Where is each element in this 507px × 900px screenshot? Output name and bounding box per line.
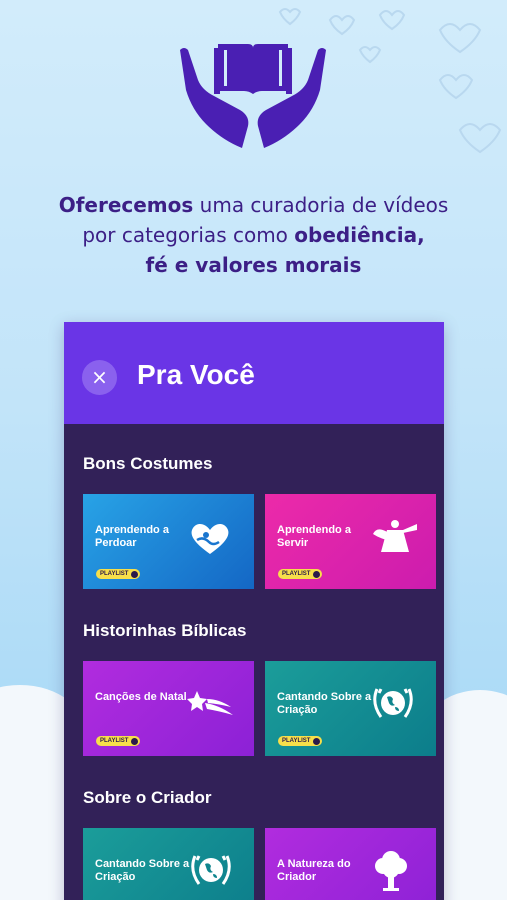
tree-icon <box>375 851 407 891</box>
card-cantando-sobre-a-criacao-2[interactable]: Cantando Sobre a Criação <box>83 828 254 900</box>
card-label: Canções de Natal <box>95 691 187 703</box>
close-icon: × <box>91 365 108 389</box>
card-cancoes-de-natal[interactable]: Canções de Natal PLAYLIST <box>83 661 254 756</box>
headline-text: Oferecemos uma curadoria de vídeos por c… <box>20 190 487 280</box>
playlist-badge: PLAYLIST <box>278 736 323 746</box>
angel-icon <box>373 520 417 552</box>
card-label: Cantando Sobre a Criação <box>95 858 190 883</box>
section-title-bons-costumes: Bons Costumes <box>83 454 213 473</box>
headline-bold-1: Oferecemos <box>58 193 194 217</box>
section-title-historinhas-biblicas: Historinhas Bíblicas <box>83 621 247 640</box>
shooting-star-icon <box>187 691 233 715</box>
card-a-natureza-do-criador[interactable]: A Natureza do Criador <box>265 828 436 900</box>
app-preview-panel: × Pra Você Bons Costumes Aprendendo a Pe… <box>64 322 444 900</box>
globe-hands-icon <box>191 855 231 885</box>
heart-hug-icon <box>191 524 229 554</box>
card-label: Aprendendo a Perdoar <box>95 524 169 549</box>
card-aprendendo-a-servir[interactable]: Aprendendo a Servir PLAYLIST <box>265 494 436 589</box>
section-title-sobre-o-criador: Sobre o Criador <box>83 788 212 807</box>
card-cantando-sobre-a-criacao[interactable]: Cantando Sobre a Criação PLAYLIST <box>265 661 436 756</box>
card-label: A Natureza do Criador <box>277 858 351 883</box>
panel-header: × Pra Você <box>64 322 444 424</box>
headline-text-1: uma curadoria de vídeos <box>193 193 449 217</box>
hands-holding-book-icon <box>180 44 326 148</box>
close-button[interactable]: × <box>82 360 117 395</box>
card-aprendendo-a-perdoar[interactable]: Aprendendo a Perdoar PLAYLIST <box>83 494 254 589</box>
headline-text-2: por categorias como <box>82 223 295 247</box>
card-label: Cantando Sobre a Criação <box>277 691 372 716</box>
headline-bold-3: fé e valores morais <box>145 253 362 277</box>
playlist-badge: PLAYLIST <box>96 569 141 579</box>
card-label: Aprendendo a Servir <box>277 524 351 549</box>
headline-bold-2: obediência, <box>294 223 425 247</box>
playlist-badge: PLAYLIST <box>278 569 323 579</box>
panel-title: Pra Você <box>137 359 255 390</box>
globe-hands-icon <box>373 688 413 718</box>
playlist-badge: PLAYLIST <box>96 736 141 746</box>
